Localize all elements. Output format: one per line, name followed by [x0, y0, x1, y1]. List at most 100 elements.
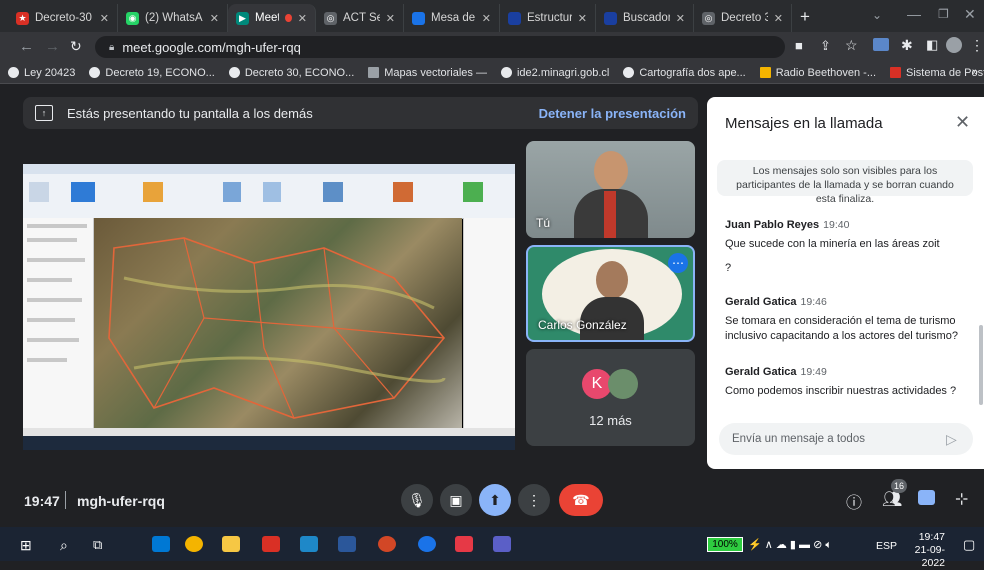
bookmark-star-icon[interactable]: ☆	[845, 37, 858, 54]
tab-decreto-30-b[interactable]: ◎ Decreto 30 ✕	[694, 4, 792, 32]
tab-search-icon[interactable]: ⌄	[872, 8, 882, 22]
close-icon[interactable]: ✕	[676, 12, 685, 25]
bookmark-item[interactable]: ide2.minagri.gob.cl	[500, 67, 609, 79]
menu-icon[interactable]: ⋮	[970, 37, 984, 54]
camera-indicator-icon[interactable]: ■	[795, 38, 803, 53]
windows-start-icon[interactable]: ⊞	[20, 537, 32, 554]
avatar	[608, 369, 638, 399]
stop-presenting-button[interactable]: Detener la presentación	[539, 106, 686, 121]
back-icon[interactable]: ←	[19, 38, 34, 55]
more-participants-tile[interactable]: K 12 más	[526, 349, 695, 446]
profile-avatar[interactable]	[946, 37, 962, 53]
pane-line	[27, 298, 82, 302]
extensions-puzzle-icon[interactable]: ✱	[901, 37, 913, 54]
message-text: ?	[725, 262, 732, 274]
more-options-icon[interactable]: ⋯	[668, 253, 688, 273]
tab-decreto-30[interactable]: ★ Decreto-30 ✕	[8, 4, 118, 32]
minimize-icon[interactable]: —	[907, 6, 921, 22]
bookmark-item[interactable]: Ley 20423	[8, 67, 75, 79]
tab-act-semat[interactable]: ◎ ACT Semat ✕	[316, 4, 404, 32]
close-icon[interactable]: ✕	[210, 12, 219, 25]
share-icon[interactable]: ⇪	[820, 38, 831, 54]
close-icon[interactable]: ✕	[774, 12, 783, 25]
globe-icon: ◎	[702, 11, 715, 25]
chrome-icon[interactable]	[185, 536, 203, 552]
close-icon[interactable]: ✕	[578, 12, 587, 25]
word-icon[interactable]	[338, 536, 356, 552]
tab-estructura[interactable]: Estructura ✕	[500, 4, 596, 32]
outlook-icon[interactable]	[152, 536, 170, 552]
bookmark-label: Ley 20423	[24, 66, 76, 79]
send-icon[interactable]: ▷	[946, 431, 957, 448]
window-close-icon[interactable]: ✕	[964, 6, 976, 23]
participant-lanyard	[604, 191, 616, 238]
globe-icon	[500, 67, 512, 78]
notifications-icon[interactable]: ▢	[963, 537, 975, 553]
battery-indicator[interactable]: 100%	[707, 537, 743, 552]
chat-scrollbar[interactable]	[979, 325, 983, 405]
url-field[interactable]: 🔒︎ meet.google.com/mgh-ufer-rqq	[95, 36, 785, 58]
ribbon-button	[143, 182, 163, 202]
bookmark-item[interactable]: Cartografía dos ape...	[623, 67, 746, 79]
arcgis-icon[interactable]	[455, 536, 473, 552]
more-options-button[interactable]: ⋮	[518, 484, 550, 516]
forward-icon[interactable]: →	[45, 38, 60, 55]
os-taskbar	[0, 527, 984, 561]
vector-map-icon	[368, 67, 380, 78]
ribbon-button	[223, 182, 241, 202]
bookmark-item[interactable]: Decreto 30, ECONO...	[228, 67, 354, 79]
meeting-code: mgh-ufer-rqq	[77, 493, 165, 509]
camera-button[interactable]: ▣	[440, 484, 472, 516]
tab-meet[interactable]: ▶ Meet: ✕	[228, 4, 316, 32]
tab-title: Meet:	[255, 12, 279, 24]
url-text: meet.google.com/mgh-ufer-rqq	[122, 39, 301, 55]
message-time: 19:46	[800, 296, 827, 308]
close-icon[interactable]: ✕	[482, 12, 491, 25]
activities-icon[interactable]: ⊹	[955, 489, 968, 509]
pane-line	[27, 338, 79, 342]
chat-message-input[interactable]: Envía un mensaje a todos	[719, 423, 973, 455]
maximize-icon[interactable]: ❐	[938, 7, 949, 21]
close-icon[interactable]: ✕	[100, 12, 109, 25]
tab-title: Decreto-30	[35, 12, 92, 24]
system-tray-icons[interactable]: ⚡ ∧ ☁ ▮ ▬ ⊘ 🔈︎	[748, 538, 832, 552]
ribbon-button	[463, 182, 483, 202]
bookmark-item[interactable]: Sistema de Postulac...	[890, 67, 984, 79]
close-icon[interactable]: ✕	[298, 12, 307, 25]
tab-buscador[interactable]: Buscador d ✕	[596, 4, 694, 32]
more-bookmarks-icon[interactable]: »	[972, 66, 978, 78]
participant-tile-carlos[interactable]: ⋯ Carlos González	[526, 245, 695, 342]
new-tab-button[interactable]: +	[800, 7, 810, 27]
maps-app-icon[interactable]	[300, 536, 318, 552]
bookmark-item[interactable]: Mapas vectoriales —	[368, 67, 487, 79]
microphone-button[interactable]: 🎙︎	[401, 484, 433, 516]
meeting-info-icon[interactable]: ⓘ	[846, 489, 862, 513]
globe-icon	[8, 67, 19, 78]
powerpoint-icon[interactable]	[378, 536, 396, 552]
extension-icon[interactable]	[873, 38, 889, 51]
search-icon[interactable]: ⌕	[60, 537, 68, 554]
side-panel-icon[interactable]: ◧	[926, 37, 938, 53]
present-button[interactable]: ⬆	[479, 484, 511, 516]
leave-call-button[interactable]: ☎︎	[559, 484, 603, 516]
teams-icon[interactable]	[493, 536, 511, 552]
message-sender: Juan Pablo Reyes	[725, 219, 820, 231]
task-view-icon[interactable]: ⧉	[93, 537, 102, 553]
reload-icon[interactable]: ↻	[70, 38, 82, 55]
chat-icon[interactable]	[918, 490, 935, 505]
participant-tile-self[interactable]: Tú	[526, 141, 695, 238]
bookmark-item[interactable]: Decreto 19, ECONO...	[89, 67, 215, 79]
acrobat-icon[interactable]	[262, 536, 280, 552]
close-icon[interactable]: ✕	[955, 112, 970, 133]
tab-whatsapp[interactable]: ◉ (2) WhatsA ✕	[118, 4, 228, 32]
whatsapp-icon: ◉	[126, 11, 139, 25]
file-explorer-icon[interactable]	[222, 536, 240, 552]
bookmark-item[interactable]: Radio Beethoven -...	[759, 67, 876, 79]
present-screen-icon: ↑	[35, 105, 53, 121]
close-icon[interactable]: ✕	[386, 12, 395, 25]
clock-time: 19:47	[918, 531, 945, 543]
system-clock[interactable]: 19:47 21-09-2022	[900, 531, 945, 570]
tab-mesa-de[interactable]: Mesa de G ✕	[404, 4, 500, 32]
language-indicator[interactable]: ESP	[876, 540, 897, 552]
chrome-profile-icon[interactable]	[418, 536, 436, 552]
